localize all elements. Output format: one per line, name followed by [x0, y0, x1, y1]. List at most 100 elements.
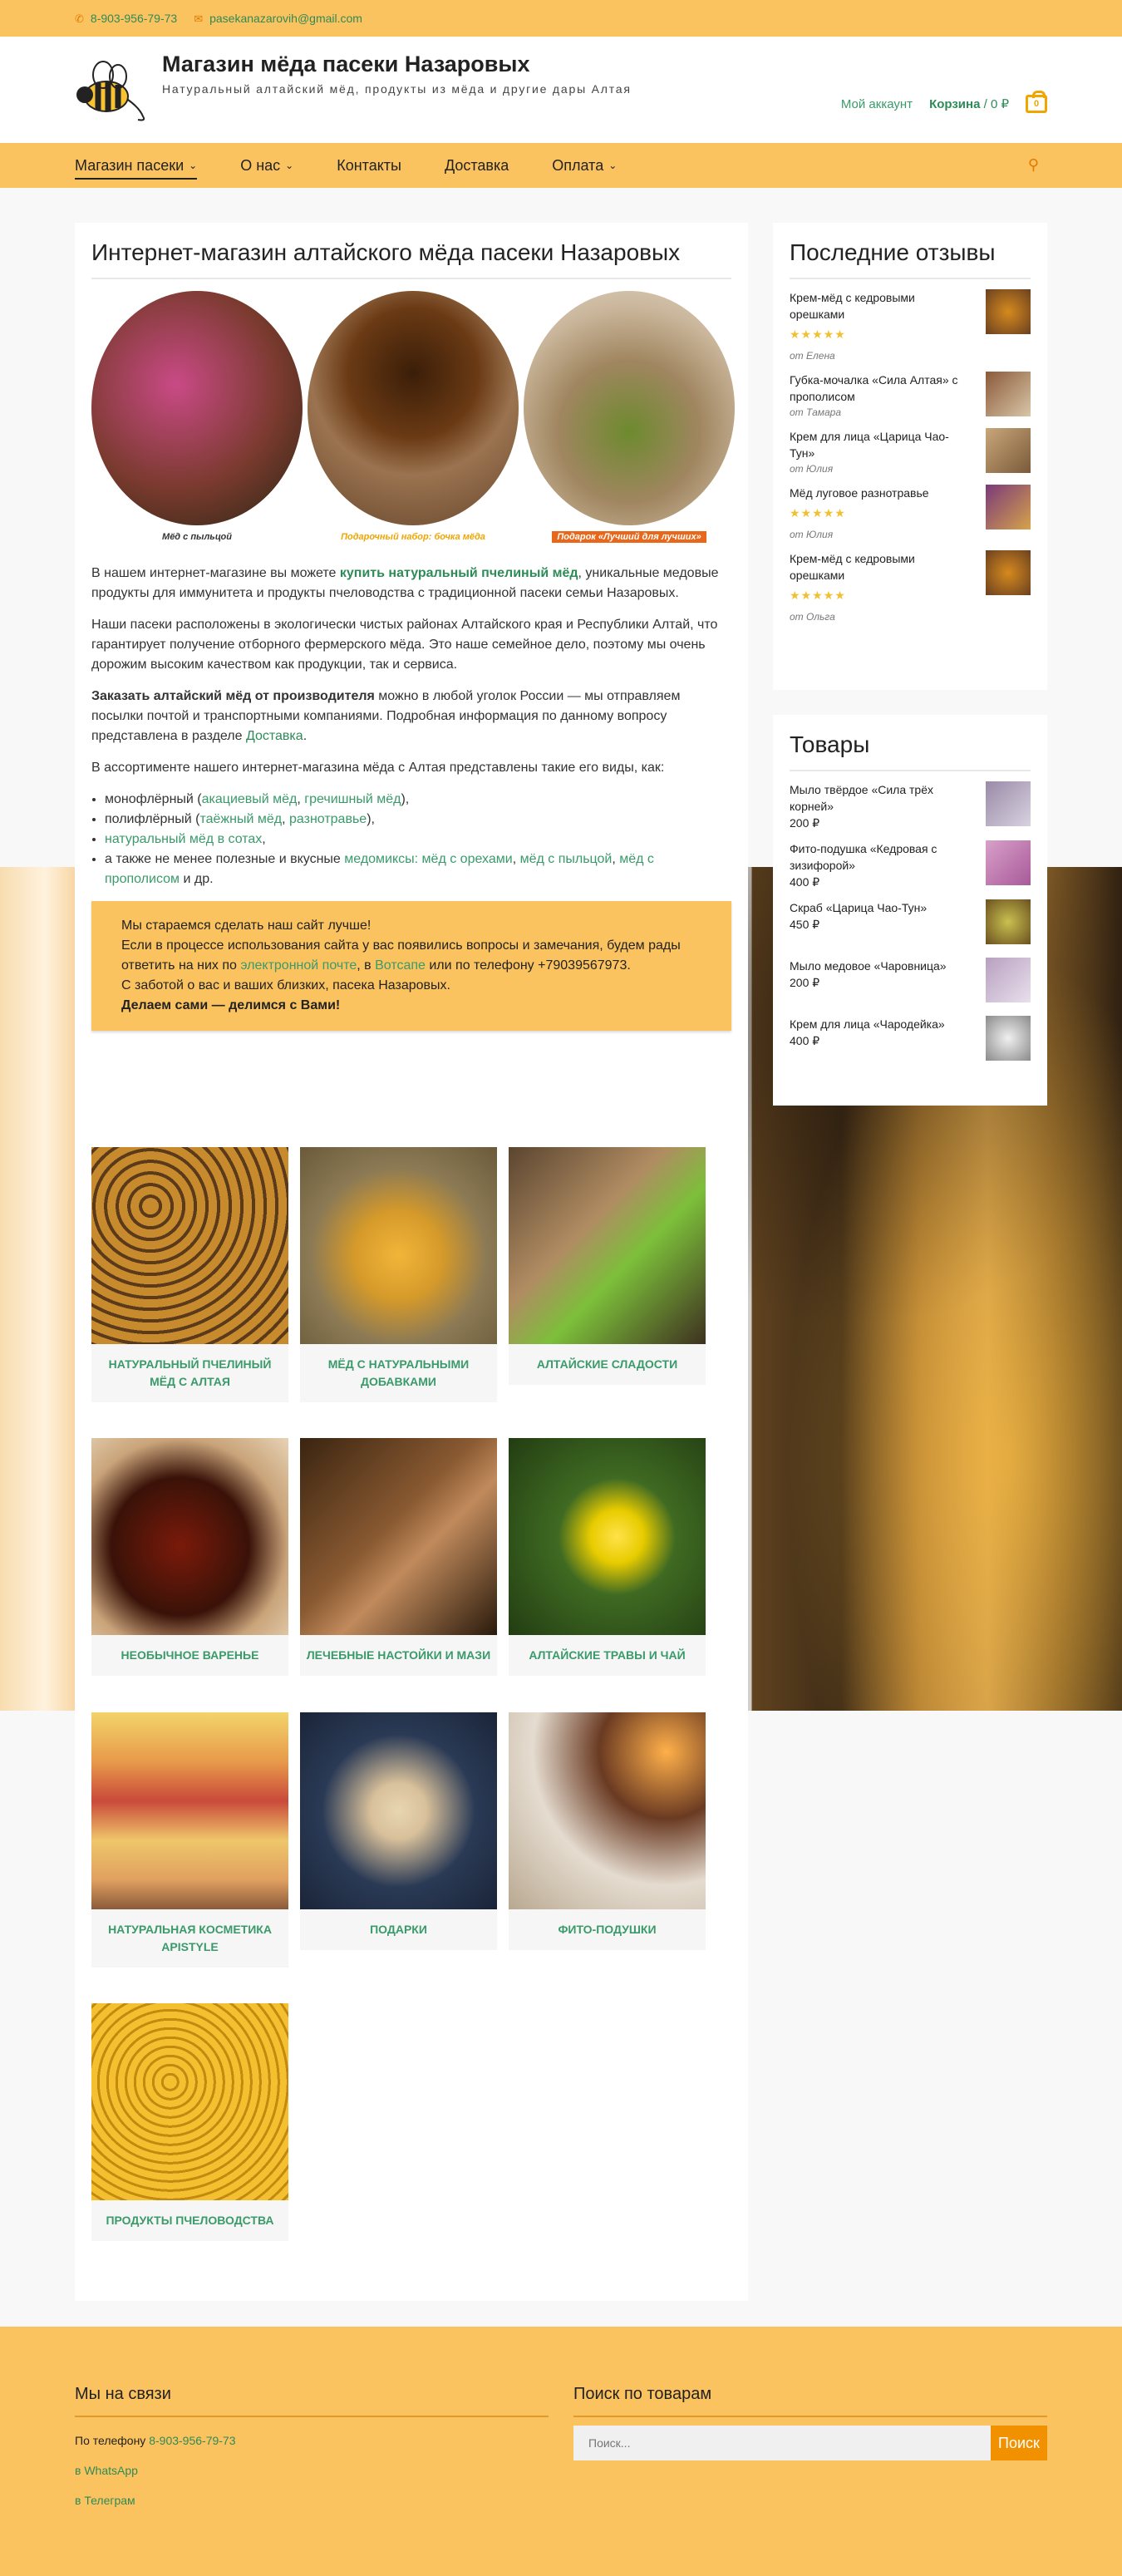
product-name[interactable]: Мыло медовое «Чаровница» [790, 958, 972, 974]
hero-item[interactable]: Подарок «Лучший для лучших» [524, 291, 735, 543]
hero-item[interactable]: Мёд с пыльцой [91, 291, 303, 542]
category-label[interactable]: Подарки [300, 1909, 497, 1950]
review-product[interactable]: Мёд луговое разнотравье [790, 485, 972, 501]
product-thumbnail[interactable] [986, 428, 1031, 473]
product-item[interactable]: Мыло медовое «Чаровница» 200 ₽ [790, 948, 1031, 1006]
email-contact-link[interactable]: электронной почте [240, 958, 357, 973]
product-item[interactable]: Скраб «Царица Чао-Тун» 450 ₽ [790, 889, 1031, 948]
phone-link[interactable]: ✆ 8-903-956-79-73 [75, 12, 177, 26]
category-image[interactable] [91, 1147, 288, 1344]
category-image[interactable] [300, 1712, 497, 1909]
category-tile[interactable]: Мёд с натуральными добавками [300, 1147, 497, 1402]
category-label[interactable]: Алтайские сладости [509, 1344, 706, 1385]
category-image[interactable] [509, 1712, 706, 1909]
whatsapp-contact-link[interactable]: Вотсапе [375, 958, 426, 973]
product-thumbnail[interactable] [986, 840, 1031, 885]
review-item[interactable]: Мёд луговое разнотравье ★★★★★ от Юлия [790, 475, 1031, 540]
product-thumbnail[interactable] [986, 485, 1031, 529]
product-name[interactable]: Скраб «Царица Чао-Тун» [790, 899, 972, 916]
category-tile[interactable]: Алтайские травы и чай [509, 1438, 706, 1676]
hero-item[interactable]: Подарочный набор: бочка мёда [308, 291, 519, 542]
category-image[interactable] [509, 1438, 706, 1635]
product-thumbnail[interactable] [986, 781, 1031, 826]
product-name[interactable]: Крем для лица «Чародейка» [790, 1016, 972, 1032]
product-thumbnail[interactable] [986, 958, 1031, 1002]
category-tile[interactable]: Лечебные настойки и мази [300, 1438, 497, 1676]
email-link[interactable]: ✉ pasekanazarovih@gmail.com [194, 12, 362, 26]
comb-honey-link[interactable]: натуральный мёд в сотах [105, 832, 262, 846]
category-tile[interactable]: Продукты пчеловодства [91, 2003, 288, 2241]
nav-item-delivery[interactable]: Доставка [445, 143, 509, 188]
category-tile[interactable]: Необычное варенье [91, 1438, 288, 1676]
product-thumbnail[interactable] [986, 1016, 1031, 1061]
nav-item-about[interactable]: О нас ⌄ [240, 143, 293, 188]
buckwheat-honey-link[interactable]: гречишный мёд [304, 792, 401, 806]
intro-paragraph: В нашем интернет-магазине вы можете купи… [91, 564, 731, 603]
category-label[interactable]: Натуральный пчелиный мёд с Алтая [91, 1344, 288, 1402]
category-image[interactable] [509, 1147, 706, 1344]
review-product[interactable]: Крем-мёд с кедровыми орешками [790, 289, 972, 323]
category-image[interactable] [300, 1147, 497, 1344]
product-search-input[interactable] [573, 2426, 991, 2460]
product-item[interactable]: Фито-подушка «Кедровая с зизифорой» 400 ₽ [790, 830, 1031, 889]
review-item[interactable]: Крем-мёд с кедровыми орешками ★★★★★ от Еле… [790, 279, 1031, 362]
nav-item-contacts[interactable]: Контакты [337, 143, 401, 188]
product-item[interactable]: Крем для лица «Чародейка» 400 ₽ [790, 1006, 1031, 1064]
site-title[interactable]: Магазин мёда пасеки Назаровых [162, 52, 529, 77]
category-label[interactable]: Натуральная косметика APISTYLE [91, 1909, 288, 1968]
category-image[interactable] [91, 1438, 288, 1635]
taiga-honey-link[interactable]: таёжный мёд [199, 812, 282, 826]
hero-caption-text: Подарок «Лучший для лучших» [552, 531, 706, 543]
footer-phone-link[interactable]: 8-903-956-79-73 [149, 2434, 235, 2447]
products-widget: Товары Мыло твёрдое «Сила трёх корней» 20… [773, 715, 1047, 1106]
account-link[interactable]: Мой аккаунт [841, 97, 913, 111]
nav-item-shop[interactable]: Магазин пасеки ⌄ [75, 143, 198, 188]
cart-bag-icon[interactable]: 0 [1026, 91, 1047, 113]
category-tile[interactable]: Натуральная косметика APISTYLE [91, 1712, 288, 1968]
footer-whatsapp-link[interactable]: в WhatsApp [75, 2464, 138, 2477]
category-image[interactable] [91, 2003, 288, 2200]
category-label[interactable]: Необычное варенье [91, 1635, 288, 1676]
category-tile[interactable]: Фито-подушки [509, 1712, 706, 1950]
category-image[interactable] [91, 1712, 288, 1909]
bee-logo[interactable] [73, 58, 150, 125]
nav-item-payment[interactable]: Оплата ⌄ [552, 143, 617, 188]
review-product[interactable]: Крем-мёд с кедровыми орешками [790, 550, 972, 584]
category-image[interactable] [300, 1438, 497, 1635]
honey-nuts-link[interactable]: медомиксы: мёд с орехами [344, 852, 512, 866]
review-item[interactable]: Крем для лица «Царица Чао-Тун» от Юлия [790, 418, 1031, 475]
category-label[interactable]: Алтайские травы и чай [509, 1635, 706, 1676]
product-thumbnail[interactable] [986, 289, 1031, 334]
product-thumbnail[interactable] [986, 899, 1031, 944]
category-tile[interactable]: Алтайские сладости [509, 1147, 706, 1385]
honey-barrel-image[interactable] [308, 291, 519, 525]
category-label[interactable]: Мёд с натуральными добавками [300, 1344, 497, 1402]
product-thumbnail[interactable] [986, 550, 1031, 595]
product-name[interactable]: Мыло твёрдое «Сила трёх корней» [790, 781, 972, 815]
search-icon[interactable]: ⚲ [1028, 156, 1039, 174]
product-item[interactable]: Мыло твёрдое «Сила трёх корней» 200 ₽ [790, 771, 1031, 830]
footer-telegram-link[interactable]: в Телеграм [75, 2494, 135, 2507]
forbs-honey-link[interactable]: разнотравье [289, 812, 367, 826]
category-label[interactable]: Фито-подушки [509, 1909, 706, 1950]
cart-count: 0 [1033, 99, 1040, 109]
category-label[interactable]: Продукты пчеловодства [91, 2200, 288, 2241]
category-label[interactable]: Лечебные настойки и мази [300, 1635, 497, 1676]
category-tile[interactable]: Подарки [300, 1712, 497, 1950]
honey-pollen-link[interactable]: мёд с пыльцой [520, 852, 613, 866]
review-product[interactable]: Губка-мочалка «Сила Алтая» с прополисом [790, 372, 972, 405]
product-thumbnail[interactable] [986, 372, 1031, 416]
delivery-link[interactable]: Доставка [246, 729, 303, 743]
review-item[interactable]: Губка-мочалка «Сила Алтая» с прополисом о… [790, 362, 1031, 418]
search-button[interactable]: Поиск [991, 2426, 1047, 2460]
review-product[interactable]: Крем для лица «Царица Чао-Тун» [790, 428, 972, 461]
acacia-honey-link[interactable]: акациевый мёд [202, 792, 298, 806]
product-name[interactable]: Фито-подушка «Кедровая с зизифорой» [790, 840, 972, 874]
gift-set-image[interactable] [524, 291, 735, 525]
category-tile[interactable]: Натуральный пчелиный мёд с Алтая [91, 1147, 288, 1402]
review-item[interactable]: Крем-мёд с кедровыми орешками ★★★★★ от Оль… [790, 540, 1031, 623]
buy-honey-link[interactable]: купить натуральный пчелиный мёд [340, 566, 578, 580]
honey-pollen-image[interactable] [91, 291, 303, 525]
text: полифлёрный ( [105, 812, 200, 826]
cart-link[interactable]: Корзина / 0 ₽ [929, 96, 1009, 111]
